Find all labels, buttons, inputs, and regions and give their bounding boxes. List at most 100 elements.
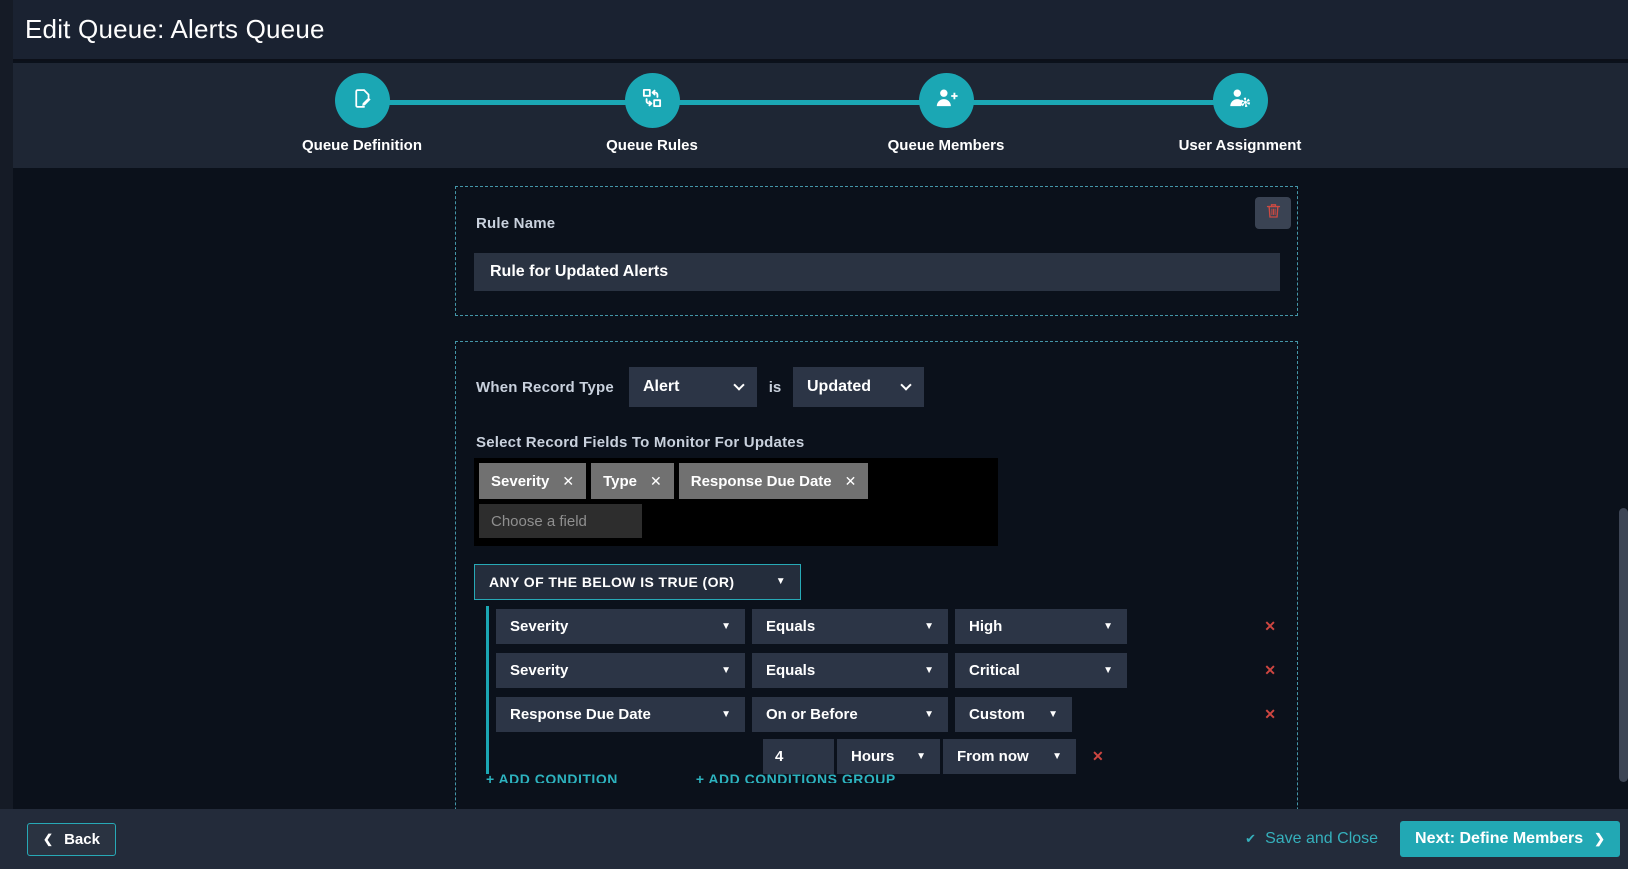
condition-operator-select[interactable]: Equals ▼ [752,653,948,688]
step-circle[interactable] [1212,73,1268,128]
caret-down-icon: ▼ [721,708,731,720]
trash-icon [1264,201,1283,225]
rule-definition-card: When Record Type Alert is Updated Select… [455,341,1298,809]
condition-value: Critical [969,662,1020,679]
step-circle[interactable] [334,73,390,128]
field-chip-label: Type [603,472,638,490]
monitor-fields-label: Select Record Fields To Monitor For Upda… [476,434,805,451]
condition-operator-value: Equals [766,618,816,635]
trigger-event-select[interactable]: Updated [793,367,924,407]
caret-down-icon: ▼ [1048,708,1058,720]
field-chip: Type ✕ [591,463,674,499]
trigger-row: When Record Type Alert is Updated [476,367,924,407]
rule-name-label: Rule Name [476,215,556,232]
custom-unit-select[interactable]: Hours ▼ [837,739,940,774]
condition-value-select[interactable]: High ▼ [955,609,1127,644]
custom-anchor-value: From now [957,748,1029,765]
remove-chip-icon[interactable]: ✕ [650,473,662,490]
condition-operator-select[interactable]: On or Before ▼ [752,697,948,732]
rule-name-input[interactable] [474,253,1280,291]
chip-row: Severity ✕ Type ✕ Response Due Date ✕ [479,463,993,499]
step-circle[interactable] [918,73,974,128]
conditions-operator-label: ANY OF THE BELOW IS TRUE (OR) [489,574,735,590]
condition-value-select[interactable]: Custom ▼ [955,697,1072,732]
step-queue-members[interactable]: Queue Members [836,63,1056,154]
conditions-operator-select[interactable]: ANY OF THE BELOW IS TRUE (OR) ▼ [474,564,801,600]
monitor-fields-picker[interactable]: Severity ✕ Type ✕ Response Due Date ✕ Ch… [474,458,998,546]
caret-down-icon: ▼ [775,576,786,587]
caret-down-icon: ▼ [1103,664,1113,676]
step-user-assignment[interactable]: User Assignment [1130,63,1350,154]
condition-value: Custom [969,706,1025,723]
condition-field-value: Severity [510,662,569,679]
condition-field-value: Severity [510,618,569,635]
condition-value-select[interactable]: Critical ▼ [955,653,1127,688]
step-label: Queue Rules [606,137,698,154]
record-type-select[interactable]: Alert [629,367,757,407]
choose-field-input[interactable]: Choose a field [479,504,642,538]
condition-group-indicator [486,606,489,774]
remove-condition-icon[interactable]: ✕ [1264,618,1276,635]
custom-anchor-select[interactable]: From now ▼ [943,739,1076,774]
save-and-close-link[interactable]: ✔ Save and Close [1245,830,1378,848]
remove-condition-icon[interactable]: ✕ [1264,706,1276,723]
caret-down-icon: ▼ [924,664,934,676]
step-circle[interactable] [624,73,680,128]
caret-down-icon: ▼ [721,664,731,676]
record-type-value: Alert [643,378,680,395]
wizard-footer: ❮ Back ✔ Save and Close Next: Define Mem… [0,809,1628,869]
caret-down-icon: ▼ [924,620,934,632]
when-record-type-label: When Record Type [476,378,614,396]
rule-name-card: Rule Name [455,186,1298,316]
remove-chip-icon[interactable]: ✕ [845,473,857,490]
remove-condition-icon[interactable]: ✕ [1264,662,1276,679]
wizard-stepper: Queue Definition Queue Rules Queue Membe… [13,63,1628,168]
condition-row: Response Due Date ▼ On or Before ▼ Custo… [496,697,1284,732]
condition-field-value: Response Due Date [510,706,651,723]
field-chip-label: Response Due Date [690,472,832,490]
step-queue-rules[interactable]: Queue Rules [542,63,762,154]
chevron-down-icon [900,378,912,391]
step-queue-definition[interactable]: Queue Definition [252,63,472,154]
edit-document-icon [350,86,375,116]
remove-custom-date-icon[interactable]: ✕ [1092,748,1104,765]
remove-chip-icon[interactable]: ✕ [562,473,574,490]
chevron-right-icon: ❯ [1594,831,1605,846]
swap-records-icon [639,85,665,116]
user-settings-icon [1227,85,1253,116]
add-condition-link[interactable]: + ADD CONDITION [486,771,618,783]
vertical-scrollbar-thumb[interactable] [1619,508,1628,782]
field-chip: Severity ✕ [479,463,587,499]
back-button[interactable]: ❮ Back [27,822,116,856]
next-button-label: Next: Define Members [1415,830,1584,847]
next-define-members-button[interactable]: Next: Define Members ❯ [1400,821,1620,857]
condition-operator-select[interactable]: Equals ▼ [752,609,948,644]
delete-rule-button[interactable] [1255,197,1291,229]
condition-field-select[interactable]: Response Due Date ▼ [496,697,745,732]
trigger-event-value: Updated [807,378,871,395]
stepper-connector-line [362,100,1241,105]
custom-unit-value: Hours [851,748,895,765]
step-label: User Assignment [1178,137,1302,154]
add-links-row: + ADD CONDITION + ADD CONDITIONS GROUP [486,771,896,783]
custom-date-row: Hours ▼ From now ▼ ✕ [763,739,1104,774]
add-conditions-group-link[interactable]: + ADD CONDITIONS GROUP [696,771,896,783]
dialog-header: Edit Queue: Alerts Queue [13,0,1628,61]
custom-amount-input[interactable] [763,739,834,774]
is-label: is [768,378,782,396]
field-chip-label: Severity [491,472,550,490]
step-label: Queue Definition [302,137,422,154]
chevron-down-icon [733,378,745,391]
save-and-close-label: Save and Close [1265,830,1379,847]
page-left-gutter [0,0,13,869]
check-icon: ✔ [1245,831,1257,846]
caret-down-icon: ▼ [916,750,926,762]
condition-row: Severity ▼ Equals ▼ High ▼ ✕ [496,609,1284,644]
condition-field-select[interactable]: Severity ▼ [496,609,745,644]
step-label: Queue Members [887,137,1005,154]
rule-editor-scroll-area[interactable]: Rule Name When Record Type Alert is Upda… [13,168,1628,809]
caret-down-icon: ▼ [721,620,731,632]
back-button-label: Back [64,830,100,848]
condition-field-select[interactable]: Severity ▼ [496,653,745,688]
condition-operator-value: Equals [766,662,816,679]
